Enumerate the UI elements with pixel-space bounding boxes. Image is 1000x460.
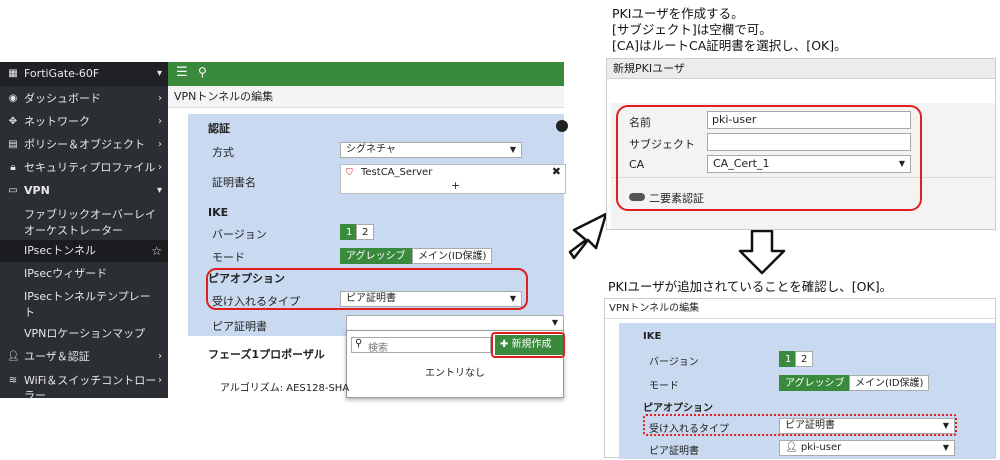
network-icon: ✥ (8, 116, 18, 127)
sidebar-item-dashboard[interactable]: ◉ ダッシュボード › (0, 90, 168, 108)
peer-cert-select-2[interactable]: 👤︎ pki-user ▼ (779, 440, 955, 456)
chevron-right-icon: › (158, 93, 162, 104)
highlight-dialog-fields (616, 105, 922, 211)
sidebar-item-network[interactable]: ✥ ネットワーク › (0, 113, 168, 131)
menu-icon[interactable]: ☰ (176, 65, 188, 80)
add-icon[interactable]: + (451, 179, 460, 192)
cert-list: ⛉ TestCA_Server ✖ + (340, 164, 566, 194)
lock-icon: 🔒︎ (10, 162, 16, 173)
top-bar: ☰ ⚲ (168, 62, 564, 86)
sidebar-item-fabric-overlay[interactable]: ファブリックオーバーレイ オーケストレーター (0, 204, 168, 240)
new-pki-user-dialog: 新規PKIユーザ 名前 pki-user サブジェクト CA CA_Cert_1… (606, 58, 996, 230)
phase1-heading: フェーズ1プロポーザル (208, 348, 325, 361)
peer-cert-dropdown: ⚲ 検索 ✚ 新規作成 エントリなし (346, 330, 565, 398)
star-icon[interactable]: ☆ (151, 240, 162, 262)
note-line-1: PKIユーザを作成する。 (612, 6, 744, 21)
dropdown-arrow-icon: ▼ (509, 145, 516, 154)
sidebar-item-user-auth[interactable]: 👤︎ ユーザ＆認証 › (0, 348, 168, 366)
wifi-icon: ≋ (8, 375, 18, 386)
edit-tunnel-page: VPNトンネルの編集 認証 方式 シグネチャ ▼ 証明書名 ⛉ TestCA_Se… (168, 86, 568, 398)
arrow-right-icon (568, 212, 608, 260)
cert-label: 証明書名 (212, 176, 256, 189)
version-label-2: バージョン (649, 357, 699, 368)
dropdown-search-input[interactable]: ⚲ 検索 (351, 337, 491, 354)
auth-heading: 認証 (208, 122, 230, 135)
remove-icon[interactable]: ✖ (552, 165, 561, 178)
breadcrumb: VPNトンネルの編集 (168, 86, 564, 108)
search-icon: ⚲ (355, 338, 363, 349)
dropdown-arrow-icon: ▼ (551, 318, 558, 327)
peer-cert-select[interactable]: ▼ (346, 315, 564, 331)
no-entries-text: エントリなし (425, 368, 485, 379)
dialog-title: 新規PKIユーザ (607, 59, 995, 79)
arrow-down-icon (738, 229, 786, 275)
sidebar-item-ipsec-wizard[interactable]: IPsecウィザード (0, 264, 168, 284)
device-selector[interactable]: ▦ FortiGate-60F ▾ (0, 62, 168, 86)
chevron-right-icon: › (158, 139, 162, 150)
highlight-accept-type (643, 414, 957, 436)
method-select[interactable]: シグネチャ ▼ (340, 142, 522, 158)
mode-main-button[interactable]: メイン(ID保護) (412, 248, 493, 264)
highlight-new-button (491, 332, 565, 358)
cert-entry: TestCA_Server (361, 167, 433, 178)
mode-label: モード (212, 251, 245, 264)
note-line-2: [サブジェクト]は空欄で可。 (612, 22, 772, 37)
chevron-right-icon: › (158, 116, 162, 127)
sidebar-item-ipsec-tunnel[interactable]: IPsecトンネル ☆ (0, 240, 168, 262)
user-icon: 👤︎ (7, 351, 20, 362)
sidebar-item-policy[interactable]: ▤ ポリシー＆オブジェクト › (0, 136, 168, 154)
method-label: 方式 (212, 146, 234, 159)
search-placeholder: 検索 (368, 343, 388, 354)
collapse-icon[interactable] (556, 120, 568, 132)
peer-cert-label-2: ピア証明書 (649, 446, 699, 457)
peer-options-heading-2: ピアオプション (643, 403, 713, 414)
version-2-button[interactable]: 2 (356, 224, 375, 240)
mode-main-button-2[interactable]: メイン(ID保護) (849, 375, 930, 391)
certificate-icon: ⛉ (346, 168, 353, 178)
sidebar: ▦ FortiGate-60F ▾ ◉ ダッシュボード › ✥ ネットワーク ›… (0, 62, 168, 402)
highlight-peer-options (206, 268, 528, 310)
dropdown-arrow-icon: ▼ (942, 443, 949, 452)
version-2-button-2[interactable]: 2 (795, 351, 814, 367)
sidebar-item-vpn[interactable]: ▭ VPN ▾ (0, 182, 168, 200)
mode-aggressive-button-2[interactable]: アグレッシブ (779, 375, 851, 391)
ike-heading: IKE (208, 206, 229, 219)
search-icon[interactable]: ⚲ (198, 65, 207, 79)
chevron-right-icon: › (158, 375, 162, 386)
sidebar-item-vpn-location-map[interactable]: VPNロケーションマップ (0, 324, 168, 344)
chevron-right-icon: › (158, 162, 162, 173)
chevron-down-icon: ▾ (156, 68, 162, 79)
fortigate-icon: ▦ (8, 68, 18, 79)
sidebar-item-security[interactable]: 🔒︎ セキュリティプロファイル › (0, 159, 168, 177)
sidebar-item-ipsec-template[interactable]: IPsecトンネルテンプレー ト (0, 286, 168, 322)
monitor-icon: ▭ (8, 185, 18, 196)
edit-tunnel-panel-2: VPNトンネルの編集 IKE バージョン 1 2 モード アグレッシブ メイン(… (604, 298, 996, 459)
user-icon: 👤︎ (785, 442, 801, 453)
mode-label-2: モード (649, 381, 679, 392)
chevron-down-icon: ▾ (156, 185, 162, 196)
policy-icon: ▤ (8, 139, 18, 150)
peer-cert-label: ピア証明書 (212, 320, 267, 333)
dashboard-icon: ◉ (8, 93, 18, 104)
note-line-3: [CA]はルートCA証明書を選択し、[OK]。 (612, 38, 847, 53)
version-label: バージョン (212, 228, 267, 241)
ike-heading-2: IKE (643, 331, 662, 342)
mode-aggressive-button[interactable]: アグレッシブ (340, 248, 412, 264)
note-line-4: PKIユーザが追加されていることを確認し、[OK]。 (608, 279, 893, 294)
breadcrumb-2: VPNトンネルの編集 (605, 299, 995, 319)
sidebar-item-wifi-switch[interactable]: ≋ WiFi＆スイッチコントロー ラー › (0, 370, 168, 402)
chevron-right-icon: › (158, 351, 162, 362)
algorithm-label: アルゴリズム: AES128-SHA (220, 383, 350, 394)
